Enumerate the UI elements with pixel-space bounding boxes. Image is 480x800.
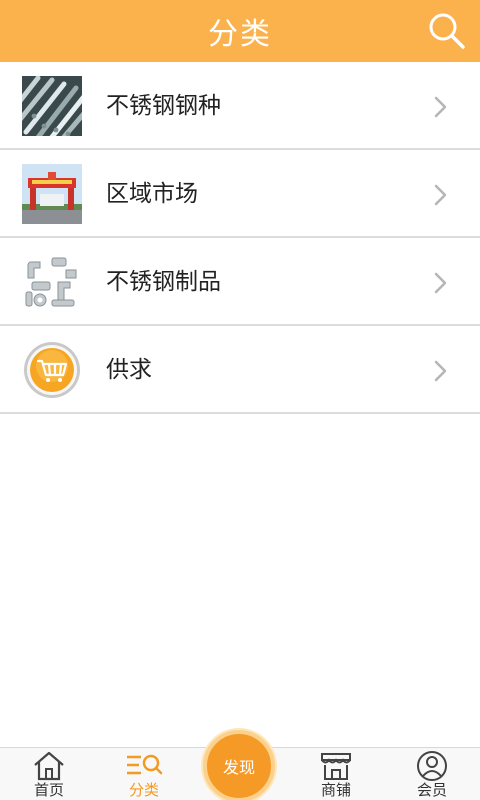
tab-label: 分类 xyxy=(128,781,159,799)
steel-pipes-image xyxy=(22,76,82,136)
category-label: 不锈钢制品 xyxy=(106,269,221,295)
chevron-right-icon xyxy=(434,184,447,206)
category-label: 不锈钢钢种 xyxy=(106,93,221,119)
page-title: 分类 xyxy=(208,17,272,52)
category-row-supply-demand[interactable]: 供求 xyxy=(0,326,480,414)
category-label: 供求 xyxy=(106,357,152,383)
search-icon xyxy=(429,13,465,49)
market-gate-image xyxy=(22,164,82,224)
chevron-right-icon xyxy=(434,96,447,118)
tab-label: 首页 xyxy=(33,781,64,799)
tab-shop[interactable]: 商铺 xyxy=(301,748,371,800)
chevron-right-icon xyxy=(434,272,447,294)
discover-label: 发现 xyxy=(222,758,255,777)
tab-category[interactable]: 分类 xyxy=(109,748,179,800)
category-label: 区域市场 xyxy=(106,181,198,207)
discover-button[interactable]: 发现 xyxy=(203,730,275,800)
shop-icon xyxy=(321,753,351,780)
search-button[interactable] xyxy=(426,10,468,52)
tab-label: 会员 xyxy=(416,781,447,799)
chevron-right-icon xyxy=(434,360,447,382)
tab-member[interactable]: 会员 xyxy=(397,748,467,800)
category-icon xyxy=(127,754,163,775)
category-row-steel-grades[interactable]: 不锈钢钢种 xyxy=(0,62,480,150)
category-row-regional-market[interactable]: 区域市场 xyxy=(0,150,480,238)
home-icon xyxy=(34,751,64,781)
category-list: 不锈钢钢种 区域市场 不锈钢制品 供求 xyxy=(0,62,480,414)
tab-label: 商铺 xyxy=(320,781,351,799)
category-row-steel-products[interactable]: 不锈钢制品 xyxy=(0,238,480,326)
shopping-cart-image xyxy=(22,340,82,400)
member-icon xyxy=(417,751,447,781)
app-header: 分类 xyxy=(0,0,480,62)
tab-home[interactable]: 首页 xyxy=(14,748,84,800)
pipe-fittings-image xyxy=(22,252,82,312)
